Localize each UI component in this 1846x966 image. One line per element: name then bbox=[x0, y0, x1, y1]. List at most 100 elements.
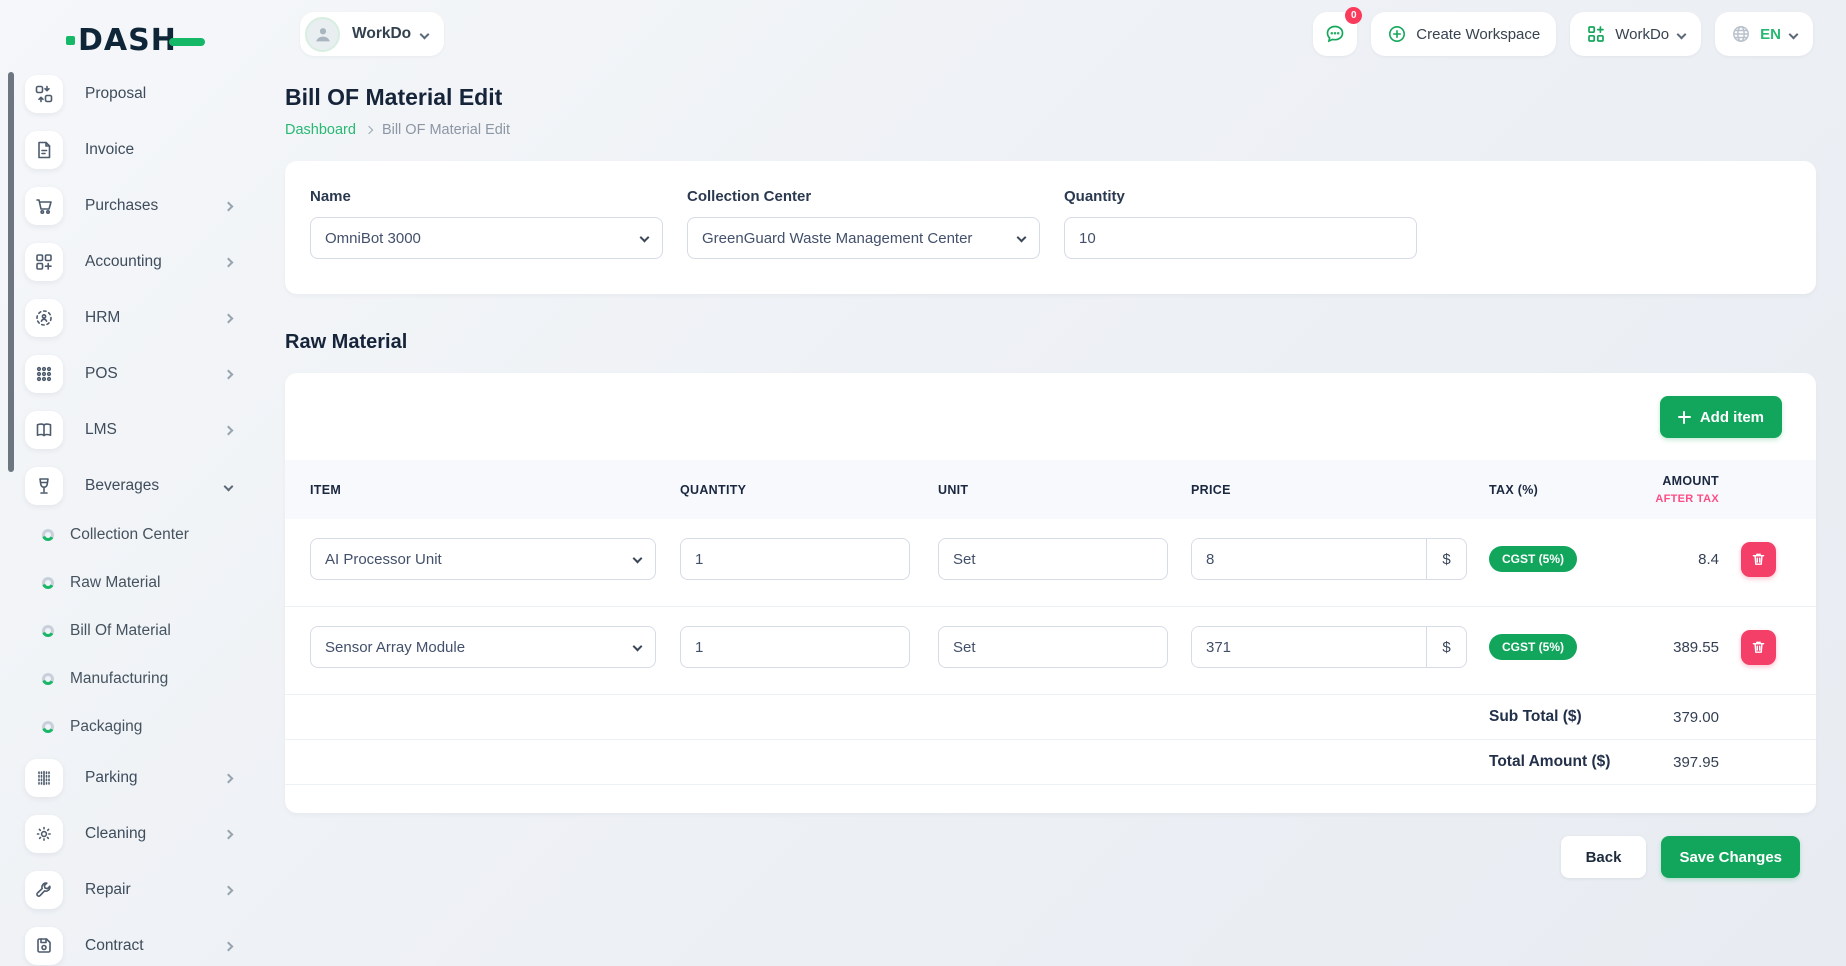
name-label: Name bbox=[310, 188, 663, 205]
price-input-group: $ bbox=[1191, 538, 1467, 580]
raw-material-heading: Raw Material bbox=[285, 331, 1816, 354]
sidebar-item-label: Accounting bbox=[85, 253, 162, 271]
sidebar-item-label: Invoice bbox=[85, 141, 134, 159]
language-selector[interactable]: EN bbox=[1715, 12, 1813, 56]
workspace-name: WorkDo bbox=[352, 25, 411, 43]
delete-row-button[interactable] bbox=[1741, 630, 1776, 665]
sidebar-item-label: Parking bbox=[85, 769, 138, 787]
col-header-tax: TAX (%) bbox=[1489, 483, 1639, 497]
unit-cell-input[interactable] bbox=[938, 538, 1168, 580]
parking-icon bbox=[25, 759, 63, 797]
sidebar-item-repair[interactable]: Repair bbox=[0, 870, 262, 910]
item-select[interactable]: AI Processor Unit bbox=[310, 538, 656, 580]
quantity-field-group: Quantity bbox=[1064, 188, 1417, 259]
sidebar-item-label: POS bbox=[85, 365, 118, 383]
plus-icon bbox=[1678, 411, 1691, 424]
plus-circle-icon bbox=[1387, 24, 1407, 44]
table-row: AI Processor Unit $ CGST (5%) 8.4 bbox=[285, 519, 1816, 607]
sidebar-item-hrm[interactable]: HRM bbox=[0, 298, 262, 338]
back-button[interactable]: Back bbox=[1561, 836, 1647, 878]
chevron-right-icon bbox=[224, 829, 234, 839]
quantity-input[interactable] bbox=[1064, 217, 1417, 259]
submenu-dot-icon bbox=[42, 529, 54, 541]
sidebar-item-invoice[interactable]: Invoice bbox=[0, 130, 262, 170]
hrm-icon bbox=[25, 299, 63, 337]
col-header-after-tax: AFTER TAX bbox=[1639, 493, 1719, 505]
sidebar-item-purchases[interactable]: Purchases bbox=[0, 186, 262, 226]
trash-icon bbox=[1750, 639, 1767, 656]
price-cell-input[interactable] bbox=[1192, 627, 1426, 667]
invoice-icon bbox=[25, 131, 63, 169]
create-workspace-button[interactable]: Create Workspace bbox=[1371, 12, 1556, 56]
total-label: Total Amount ($) bbox=[1489, 753, 1639, 771]
app-switcher-button[interactable]: WorkDo bbox=[1570, 12, 1701, 56]
item-select[interactable]: Sensor Array Module bbox=[310, 626, 656, 668]
name-field-group: Name OmniBot 3000 bbox=[310, 188, 663, 259]
avatar bbox=[305, 17, 340, 52]
unit-cell-input[interactable] bbox=[938, 626, 1168, 668]
language-label: EN bbox=[1760, 26, 1781, 43]
topbar-actions: 0 Create Workspace WorkDo EN bbox=[1313, 12, 1813, 56]
sidebar-subitem-packaging[interactable]: Packaging bbox=[0, 710, 262, 744]
bom-form-card: Name OmniBot 3000 Collection Center Gree… bbox=[285, 161, 1816, 294]
price-cell-input[interactable] bbox=[1192, 539, 1426, 579]
sidebar-item-proposal[interactable]: Proposal bbox=[0, 74, 262, 114]
sidebar-item-contract[interactable]: Contract bbox=[0, 926, 262, 966]
sidebar-item-pos[interactable]: POS bbox=[0, 354, 262, 394]
add-item-button[interactable]: Add item bbox=[1660, 396, 1782, 438]
app-root: DASH Proposal Invoice Purcha bbox=[0, 0, 1846, 966]
quantity-label: Quantity bbox=[1064, 188, 1417, 205]
sidebar-item-lms[interactable]: LMS bbox=[0, 410, 262, 450]
table-row: Sensor Array Module $ CGST (5%) 389.55 bbox=[285, 607, 1816, 695]
name-select[interactable]: OmniBot 3000 bbox=[310, 217, 663, 259]
accounting-icon bbox=[25, 243, 63, 281]
sidebar-item-label: Beverages bbox=[85, 477, 159, 495]
contract-icon bbox=[25, 927, 63, 965]
tax-badge: CGST (5%) bbox=[1489, 546, 1577, 572]
cart-icon bbox=[25, 187, 63, 225]
breadcrumb-current: Bill OF Material Edit bbox=[382, 122, 510, 138]
collection-center-select[interactable]: GreenGuard Waste Management Center bbox=[687, 217, 1040, 259]
sidebar-subitem-manufacturing[interactable]: Manufacturing bbox=[0, 662, 262, 696]
sidebar-subitem-collection-center[interactable]: Collection Center bbox=[0, 518, 262, 552]
quantity-cell-input[interactable] bbox=[680, 626, 910, 668]
submenu-dot-icon bbox=[42, 625, 54, 637]
amount-value: 8.4 bbox=[1639, 551, 1719, 568]
cleaning-icon bbox=[25, 815, 63, 853]
chevron-down-icon bbox=[633, 554, 643, 564]
collection-center-label: Collection Center bbox=[687, 188, 1040, 205]
amount-value: 389.55 bbox=[1639, 639, 1719, 656]
collection-center-field-group: Collection Center GreenGuard Waste Manag… bbox=[687, 188, 1040, 259]
sidebar-nav: Proposal Invoice Purchases Accounti bbox=[0, 74, 262, 966]
page-title: Bill OF Material Edit bbox=[285, 84, 1816, 111]
sidebar-item-label: Cleaning bbox=[85, 825, 146, 843]
chevron-down-icon bbox=[1017, 233, 1027, 243]
subtotal-row: Sub Total ($) 379.00 bbox=[285, 695, 1816, 740]
sidebar-item-cleaning[interactable]: Cleaning bbox=[0, 814, 262, 854]
sidebar-subitem-bill-of-material[interactable]: Bill Of Material bbox=[0, 614, 262, 648]
subtotal-value: 379.00 bbox=[1639, 709, 1719, 726]
pos-icon bbox=[25, 355, 63, 393]
sidebar-subitem-raw-material[interactable]: Raw Material bbox=[0, 566, 262, 600]
workspace-selector[interactable]: WorkDo bbox=[300, 12, 444, 56]
sidebar-item-label: Proposal bbox=[85, 85, 146, 103]
chevron-down-icon bbox=[420, 29, 430, 39]
chevron-right-icon bbox=[224, 201, 234, 211]
sidebar: DASH Proposal Invoice Purcha bbox=[0, 0, 262, 966]
submenu-dot-icon bbox=[42, 577, 54, 589]
sidebar-item-accounting[interactable]: Accounting bbox=[0, 242, 262, 282]
chevron-right-icon bbox=[224, 773, 234, 783]
quantity-cell-input[interactable] bbox=[680, 538, 910, 580]
chevron-down-icon bbox=[1789, 29, 1799, 39]
messages-button[interactable]: 0 bbox=[1313, 12, 1357, 56]
chevron-down-icon bbox=[633, 642, 643, 652]
save-changes-button[interactable]: Save Changes bbox=[1661, 836, 1800, 878]
breadcrumb: Dashboard Bill OF Material Edit bbox=[285, 122, 1816, 138]
app-logo[interactable]: DASH bbox=[0, 0, 262, 58]
sidebar-item-beverages[interactable]: Beverages bbox=[0, 466, 262, 506]
delete-row-button[interactable] bbox=[1741, 542, 1776, 577]
breadcrumb-dashboard-link[interactable]: Dashboard bbox=[285, 122, 356, 138]
sidebar-item-parking[interactable]: Parking bbox=[0, 758, 262, 798]
logo-text: DASH bbox=[78, 23, 177, 58]
total-value: 397.95 bbox=[1639, 754, 1719, 771]
